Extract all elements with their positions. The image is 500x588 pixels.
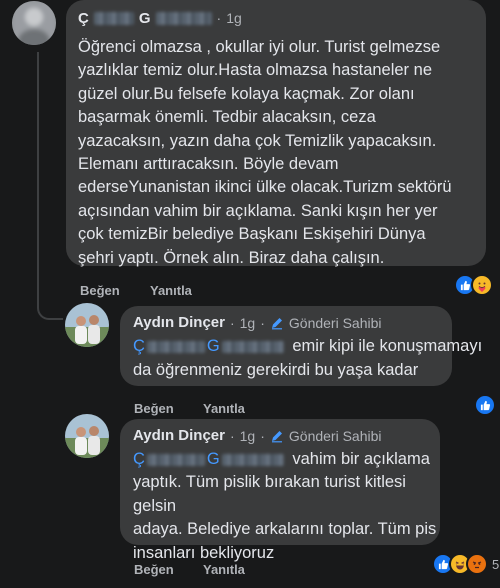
author-initial-1[interactable]: Ç [78,10,89,27]
avatar[interactable] [65,414,109,458]
comment-line: ederseYunanistan ikinci ülke olacak.Turi… [78,178,452,197]
like-button[interactable]: Beğen [80,283,120,298]
comment-line: çok temizBir belediye Başkanı Eskişehiri… [78,225,426,244]
comment-line: Öğrenci olmazsa , okullar iyi olur. Turi… [78,38,441,56]
comment-line: başarmak önemli. Tedbir alacaksın, ceza [78,108,376,127]
comment-line: adaya. Belediye arkalarını toplar. Tüm p… [133,520,437,539]
like-icon [474,394,496,416]
mention-initial-1: Ç [133,337,145,355]
reply-button[interactable]: Yanıtla [203,562,245,577]
comment-text: ÇG vahim bir açıklama yaptık. Tüm pislik… [133,448,437,565]
comment-text: ÇG emir kipi ile konuşmamayı da öğrenmen… [133,335,482,383]
reply-button[interactable]: Yanıtla [150,283,192,298]
separator: · [260,427,265,444]
reactions[interactable] [474,394,496,416]
comment-line: da öğrenmeniz gerekirdi bu yaşa kadar [133,361,419,380]
mention-initial-2: G [206,450,220,468]
separator: · [229,427,235,444]
timestamp[interactable]: 1g [226,10,242,26]
comment-line-text: vahim bir açıklama [292,450,430,468]
author-name-blurred[interactable] [93,11,134,25]
like-button[interactable]: Beğen [134,562,174,577]
like-button[interactable]: Beğen [134,401,174,416]
comment-line: açısından vahim bir açıklama. Sanki kışı… [78,201,438,220]
mention-initial-1: Ç [133,450,145,468]
thread-curve [37,280,63,320]
mention-link[interactable]: ÇG [133,337,288,355]
comment-line-text: emir kipi ile konuşmamayı [292,337,483,355]
comment-line: yazacaksın, yazın daha çok Temizlik yapa… [78,131,437,150]
comment-line: ÇG vahim bir açıklama [133,448,437,471]
avatar[interactable] [65,303,109,347]
timestamp[interactable]: 1g [240,315,256,331]
comment-line: insanları bekliyoruz [133,543,275,562]
care-icon [471,274,493,296]
mention-blurred [146,453,205,466]
mention-blurred [221,340,284,353]
mention-blurred [221,453,284,466]
comment-line: ÇG emir kipi ile konuşmamayı [133,335,482,358]
pencil-icon [270,429,284,443]
comment-header: Aydın Dinçer · 1g · Gönderi Sahibi [133,314,382,331]
author-badge: Gönderi Sahibi [288,314,382,331]
comment-line: yazlıklar temiz olur.Hasta olmazsa hasta… [78,61,432,80]
mention-initial-2: G [206,337,220,355]
comment-header: Aydın Dinçer · 1g · Gönderi Sahibi [133,427,382,444]
reactions[interactable]: 5 [432,553,499,575]
author-name-blurred[interactable] [155,11,212,25]
comment-text: Öğrenci olmazsa , okullar iyi olur. Turi… [78,36,482,270]
reaction-count: 5 [492,556,500,572]
pencil-icon [270,316,284,330]
avatar[interactable] [12,1,56,45]
mention-link[interactable]: ÇG [133,450,288,468]
comment-line: şehri yaptı. Örnek alın. Biraz daha çalı… [78,248,385,267]
comment-header: Ç G · 1g [78,8,242,28]
comment-line: güzel olur.Bu felsefe kolaya kaçmak. Zor… [78,84,415,103]
author-name[interactable]: Aydın Dinçer [133,427,225,444]
reactions[interactable] [454,274,493,296]
author-name[interactable]: Aydın Dinçer [133,314,225,331]
comment-line: Elemanı arttıracaksın. Böyle devam [78,155,339,174]
reply-button[interactable]: Yanıtla [203,401,245,416]
comment-line: yaptık. Tüm pislik bırakan turist kitles… [133,473,406,515]
author-initial-2[interactable]: G [139,10,151,27]
timestamp[interactable]: 1g [240,428,256,444]
mention-blurred [146,340,205,353]
angry-icon [466,553,488,575]
separator: · [229,314,235,331]
thread-line [37,52,39,282]
separator: · [216,10,222,26]
separator: · [260,314,265,331]
author-badge: Gönderi Sahibi [288,427,382,444]
